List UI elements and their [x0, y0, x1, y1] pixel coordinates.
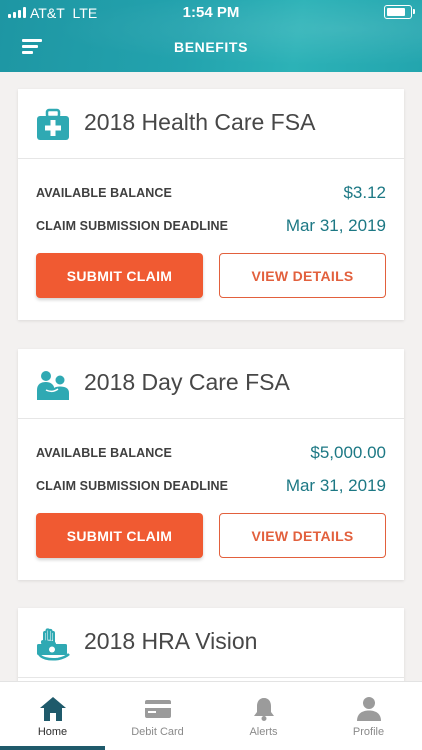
- claim-deadline-label: CLAIM SUBMISSION DEADLINE: [36, 479, 229, 493]
- bell-icon: [253, 698, 274, 721]
- claim-deadline-row: CLAIM SUBMISSION DEADLINE Mar 31, 2019: [36, 215, 386, 237]
- status-bar: AT&T LTE 1:54 PM: [0, 0, 422, 26]
- available-balance-label: AVAILABLE BALANCE: [36, 446, 172, 460]
- medical-kit-icon: [37, 108, 69, 140]
- claim-deadline-label: CLAIM SUBMISSION DEADLINE: [36, 219, 229, 233]
- battery-icon: [384, 5, 415, 19]
- benefit-card-day-care-fsa: 2018 Day Care FSA AVAILABLE BALANCE $5,0…: [18, 349, 404, 580]
- benefit-title: 2018 Health Care FSA: [84, 109, 316, 135]
- tab-label: Debit Card: [131, 726, 184, 738]
- app-header: AT&T LTE 1:54 PM BENEFITS: [0, 0, 422, 72]
- tab-label: Home: [37, 726, 68, 738]
- submit-claim-button[interactable]: SUBMIT CLAIM: [36, 513, 203, 558]
- available-balance-value: $5,000.00: [310, 443, 386, 462]
- active-tab-indicator: [0, 746, 105, 750]
- card-header: 2018 HRA Vision: [18, 608, 404, 678]
- submit-claim-button[interactable]: SUBMIT CLAIM: [36, 253, 203, 298]
- card-header: 2018 Health Care FSA: [18, 89, 404, 159]
- status-time: 1:54 PM: [182, 4, 240, 21]
- claim-deadline-value: Mar 31, 2019: [285, 476, 386, 495]
- view-details-button[interactable]: VIEW DETAILS: [219, 513, 386, 558]
- home-icon: [39, 697, 66, 721]
- credit-card-icon: [144, 700, 171, 718]
- benefit-title: 2018 HRA Vision: [84, 628, 258, 654]
- claim-deadline-value: Mar 31, 2019: [285, 216, 386, 235]
- claim-deadline-row: CLAIM SUBMISSION DEADLINE Mar 31, 2019: [36, 475, 386, 497]
- tab-profile[interactable]: Profile: [316, 682, 421, 750]
- benefit-card-health-care-fsa: 2018 Health Care FSA AVAILABLE BALANCE $…: [18, 89, 404, 320]
- tab-alerts[interactable]: Alerts: [211, 682, 316, 750]
- person-icon: [356, 697, 381, 721]
- hand-money-icon: [37, 628, 70, 661]
- available-balance-value: $3.12: [343, 183, 386, 202]
- tab-label: Profile: [352, 726, 385, 738]
- tab-home[interactable]: Home: [0, 682, 105, 750]
- available-balance-row: AVAILABLE BALANCE $5,000.00: [36, 442, 386, 464]
- available-balance-row: AVAILABLE BALANCE $3.12: [36, 182, 386, 204]
- page-title: BENEFITS: [173, 39, 249, 55]
- family-icon: [37, 371, 69, 400]
- tab-debit-card[interactable]: Debit Card: [105, 682, 210, 750]
- card-header: 2018 Day Care FSA: [18, 349, 404, 419]
- available-balance-label: AVAILABLE BALANCE: [36, 186, 172, 200]
- benefit-title: 2018 Day Care FSA: [84, 369, 290, 395]
- bottom-tab-bar: Home Debit Card Alerts Profile: [0, 681, 422, 750]
- benefits-screen: AT&T LTE 1:54 PM BENEFITS 2018 Health Ca…: [0, 0, 422, 750]
- view-details-button[interactable]: VIEW DETAILS: [219, 253, 386, 298]
- tab-label: Alerts: [249, 726, 278, 738]
